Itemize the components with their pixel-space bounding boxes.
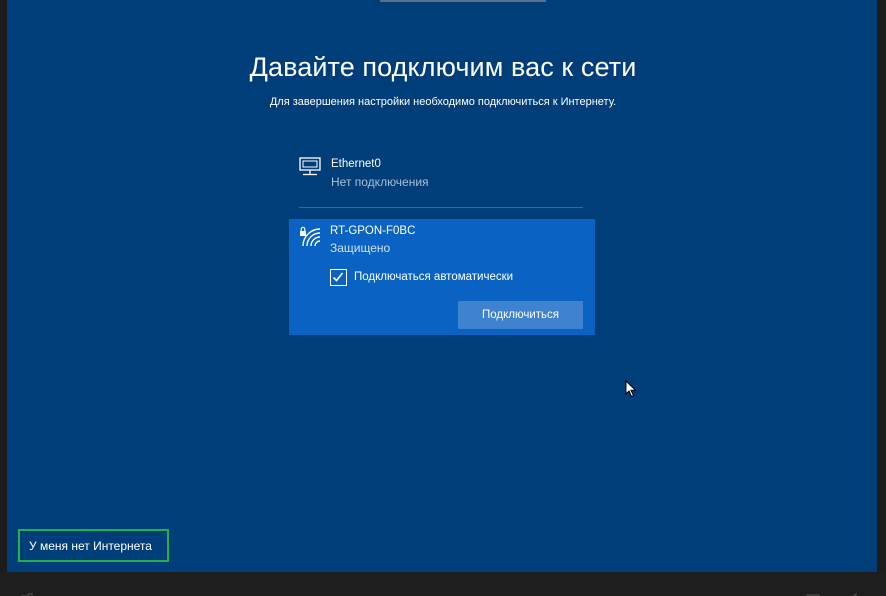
- volume-icon[interactable]: [848, 588, 862, 596]
- connect-button[interactable]: Подключиться: [458, 301, 583, 329]
- auto-connect-option[interactable]: Подключаться автоматически: [330, 268, 513, 286]
- page-title: Давайте подключим вас к сети: [249, 52, 637, 82]
- top-edge-indicator: [380, 0, 546, 2]
- network-item-wifi[interactable]: RT-GPON-F0BC Защищено Подключаться автом…: [289, 219, 595, 335]
- wifi-secured-icon: [299, 225, 321, 247]
- page-subtitle: Для завершения настройки необходимо подк…: [269, 96, 617, 108]
- network-name: RT-GPON-F0BC: [330, 225, 416, 237]
- bottom-system-bar: [0, 572, 886, 596]
- ethernet-icon: [299, 157, 321, 177]
- auto-connect-checkbox[interactable]: [330, 268, 347, 286]
- network-status: Нет подключения: [331, 175, 429, 189]
- accessibility-icon[interactable]: [20, 588, 34, 596]
- keyboard-icon[interactable]: [806, 588, 820, 596]
- network-item-ethernet[interactable]: Ethernet0 Нет подключения: [289, 152, 595, 198]
- no-internet-link[interactable]: У меня нет Интернета: [18, 529, 169, 562]
- network-divider: [299, 207, 583, 208]
- window-frame: Давайте подключим вас к сети Для заверше…: [0, 0, 886, 596]
- auto-connect-label: Подключаться автоматически: [354, 271, 514, 283]
- network-name: Ethernet0: [331, 158, 381, 170]
- network-status: Защищено: [330, 241, 391, 255]
- mouse-pointer-icon: [625, 379, 637, 403]
